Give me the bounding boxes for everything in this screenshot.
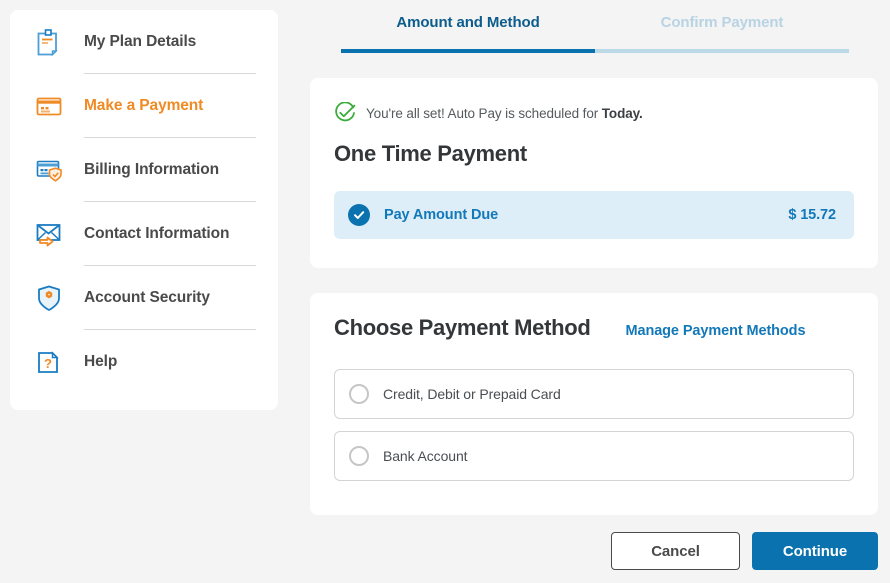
- tab-labels-row: Amount and Method Confirm Payment: [341, 14, 849, 49]
- pay-amount-due-option[interactable]: Pay Amount Due $ 15.72: [334, 191, 854, 239]
- shield-gear-icon: [32, 281, 66, 315]
- tab-amount-and-method[interactable]: Amount and Method: [341, 14, 595, 49]
- tab-progress-inactive-segment: [595, 49, 849, 53]
- document-note-icon: [32, 25, 66, 59]
- sidebar: My Plan Details Make a Payment Billing I…: [10, 10, 278, 410]
- autopay-status-prefix: You're all set! Auto Pay is scheduled fo…: [366, 105, 602, 121]
- payment-page: My Plan Details Make a Payment Billing I…: [0, 0, 890, 583]
- footer-actions: Cancel Continue: [611, 532, 878, 570]
- sidebar-item-contact-information[interactable]: Contact Information: [32, 202, 256, 265]
- check-circle-icon: [334, 101, 356, 124]
- radio-checked-icon: [348, 204, 370, 226]
- sidebar-item-make-a-payment[interactable]: Make a Payment: [32, 74, 256, 137]
- svg-text:?: ?: [44, 356, 52, 371]
- pay-amount-due-value: $ 15.72: [788, 207, 836, 223]
- radio-empty-icon: [349, 446, 369, 466]
- sidebar-item-label: Contact Information: [84, 224, 230, 242]
- sidebar-item-billing-information[interactable]: Billing Information: [32, 138, 256, 201]
- autopay-status-row: You're all set! Auto Pay is scheduled fo…: [310, 78, 878, 124]
- choose-payment-method-title: Choose Payment Method: [334, 315, 591, 340]
- sidebar-item-label: Account Security: [84, 288, 210, 306]
- one-time-payment-card: You're all set! Auto Pay is scheduled fo…: [310, 78, 878, 268]
- payment-method-option-card[interactable]: Credit, Debit or Prepaid Card: [334, 369, 854, 419]
- cancel-button[interactable]: Cancel: [611, 532, 740, 570]
- sidebar-item-label: My Plan Details: [84, 32, 197, 50]
- credit-card-icon: [32, 89, 66, 123]
- tab-progress-bar: [341, 49, 849, 53]
- sidebar-item-help[interactable]: ? Help: [32, 330, 256, 393]
- choose-payment-method-card: Choose Payment Method Manage Payment Met…: [310, 293, 878, 515]
- radio-empty-icon: [349, 384, 369, 404]
- tab-progress-active-segment: [341, 49, 595, 53]
- sidebar-item-label: Help: [84, 352, 118, 370]
- autopay-status-date: Today.: [601, 105, 643, 121]
- payment-method-option-label: Credit, Debit or Prepaid Card: [383, 386, 561, 402]
- payment-method-option-bank[interactable]: Bank Account: [334, 431, 854, 481]
- card-shield-icon: [32, 153, 66, 187]
- tab-confirm-payment[interactable]: Confirm Payment: [595, 14, 849, 49]
- continue-button[interactable]: Continue: [752, 532, 878, 570]
- sidebar-item-label: Billing Information: [84, 160, 220, 178]
- payment-method-option-label: Bank Account: [383, 448, 468, 464]
- choose-payment-method-header: Choose Payment Method Manage Payment Met…: [310, 293, 878, 341]
- sidebar-item-account-security[interactable]: Account Security: [32, 266, 256, 329]
- question-file-icon: ?: [32, 345, 66, 379]
- envelope-arrow-icon: [32, 217, 66, 251]
- payment-steps-tabs: Amount and Method Confirm Payment: [341, 14, 849, 53]
- one-time-payment-title: One Time Payment: [334, 141, 527, 166]
- pay-amount-due-label: Pay Amount Due: [384, 207, 499, 223]
- autopay-status-text: You're all set! Auto Pay is scheduled fo…: [366, 106, 643, 121]
- sidebar-item-label: Make a Payment: [84, 96, 204, 114]
- sidebar-item-my-plan-details[interactable]: My Plan Details: [32, 10, 256, 73]
- manage-payment-methods-link[interactable]: Manage Payment Methods: [626, 323, 806, 339]
